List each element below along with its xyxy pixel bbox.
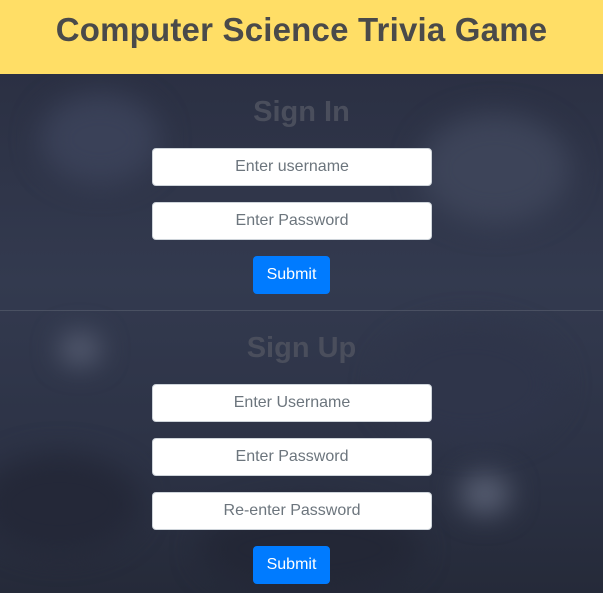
sign-up-password-input[interactable] bbox=[152, 438, 432, 476]
sign-in-submit-button[interactable]: Submit bbox=[253, 256, 330, 294]
blurred-background: Sign In Submit Sign Up Submit bbox=[0, 74, 603, 593]
sign-up-username-input[interactable] bbox=[152, 384, 432, 422]
sign-up-submit-button[interactable]: Submit bbox=[253, 546, 330, 584]
section-divider bbox=[0, 310, 603, 311]
sign-up-heading: Sign Up bbox=[246, 332, 357, 364]
sign-in-heading: Sign In bbox=[253, 96, 350, 128]
header-banner: Computer Science Trivia Game bbox=[0, 0, 603, 74]
sign-up-reenter-password-input[interactable] bbox=[152, 492, 432, 530]
page-title: Computer Science Trivia Game bbox=[55, 11, 548, 48]
sign-in-username-input[interactable] bbox=[152, 148, 432, 186]
sign-in-password-input[interactable] bbox=[152, 202, 432, 240]
page: Computer Science Trivia Game Sign In Sub… bbox=[0, 0, 603, 593]
